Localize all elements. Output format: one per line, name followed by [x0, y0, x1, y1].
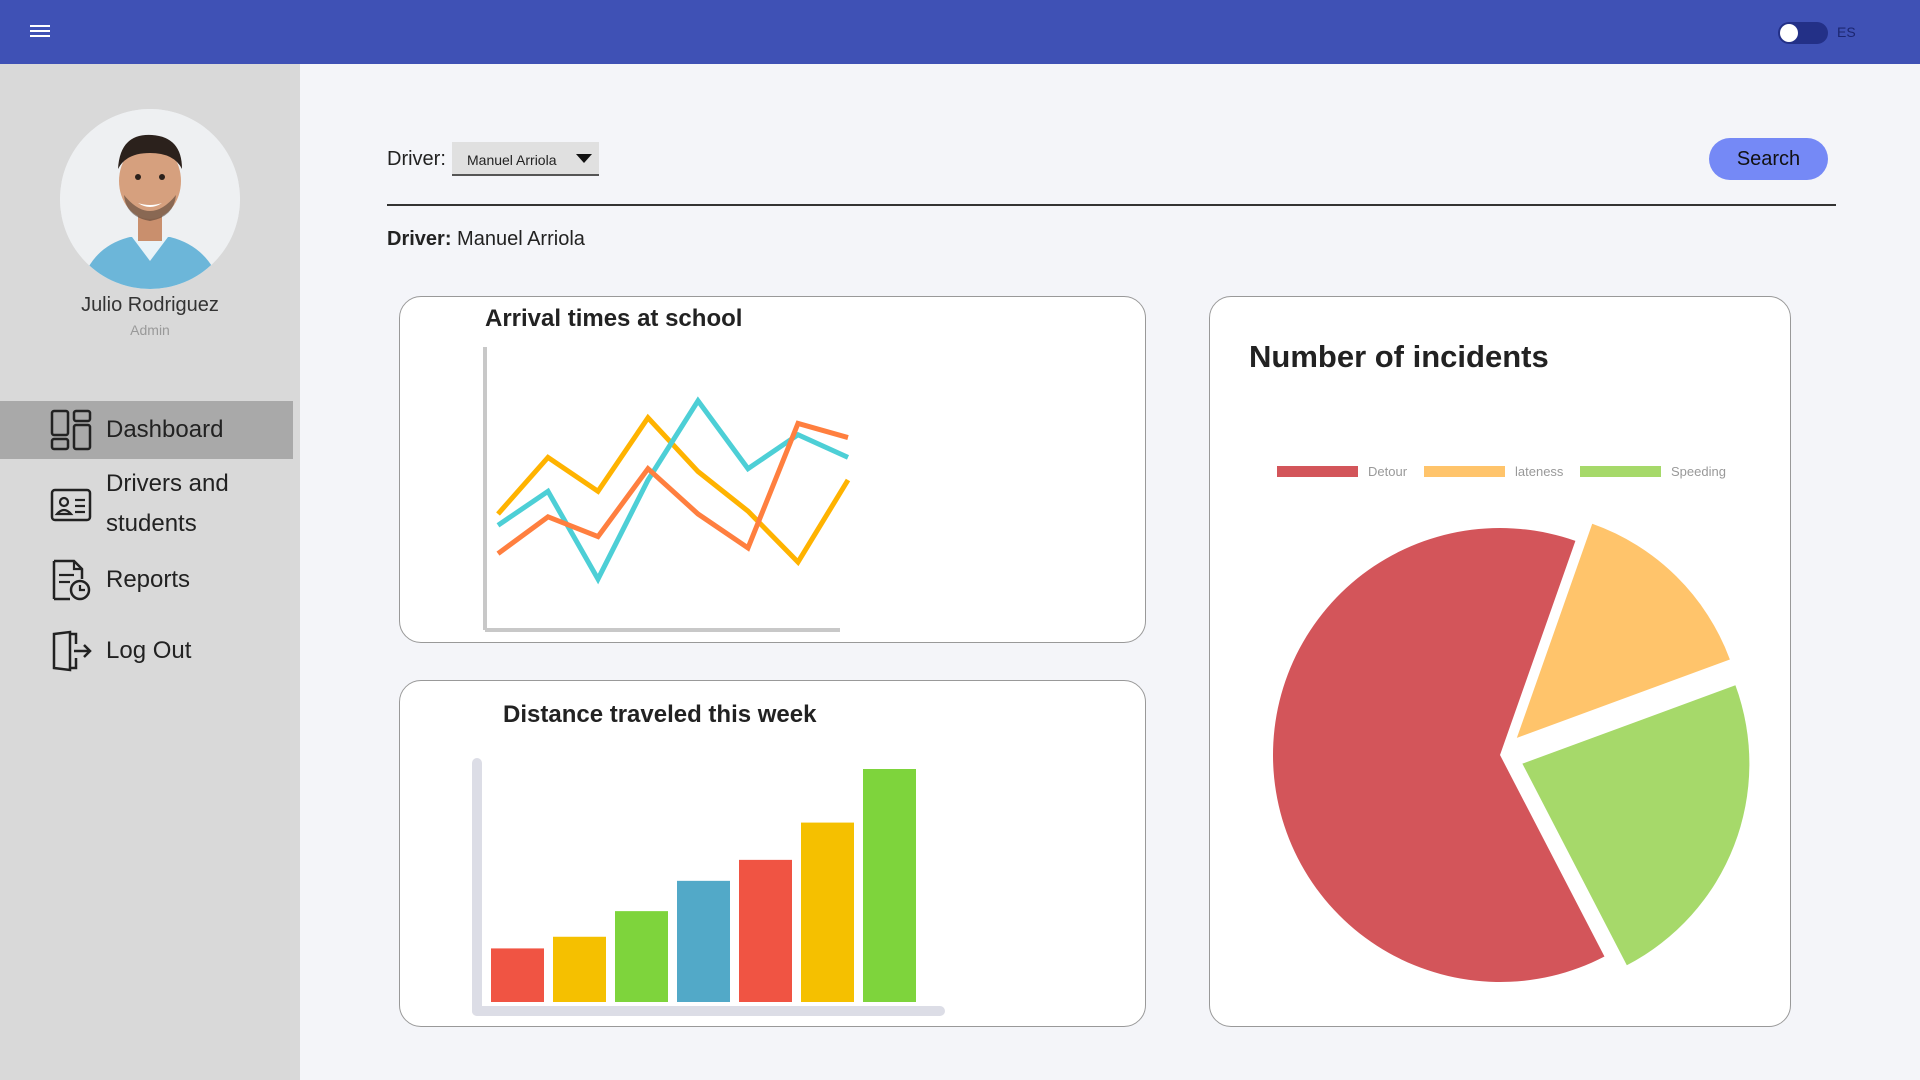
sidebar-item-dashboard[interactable]: Dashboard: [0, 401, 293, 459]
bar-6: [801, 822, 854, 1002]
chevron-down-icon: [576, 154, 592, 163]
toggle-knob: [1780, 24, 1798, 42]
language-label: ES: [1837, 24, 1856, 40]
bar-chart: [472, 758, 945, 1016]
search-button[interactable]: Search: [1709, 138, 1828, 180]
user-photo: [60, 109, 240, 289]
legend-swatch-lateness: [1424, 466, 1505, 477]
distance-card: Distance traveled this week: [399, 680, 1146, 1027]
selected-driver-info: Driver: Manuel Arriola: [387, 228, 585, 251]
language-toggle[interactable]: [1778, 22, 1828, 44]
legend-label-detour: Detour: [1368, 464, 1408, 479]
logout-icon: [52, 630, 92, 672]
sidebar-item-drivers-and-students[interactable]: Drivers and students: [0, 462, 293, 546]
sidebar-item-label: Drivers and students: [106, 470, 229, 537]
legend-swatch-speeding: [1580, 466, 1661, 477]
driver-select-value: Manuel Arriola: [467, 152, 557, 168]
legend-label-lateness: lateness: [1515, 464, 1564, 479]
legend-swatch-detour: [1277, 466, 1358, 477]
report-icon: [52, 559, 91, 601]
user-role: Admin: [130, 322, 170, 338]
sidebar-item-label: Dashboard: [106, 416, 224, 443]
bar-7: [863, 769, 916, 1002]
sidebar-item-reports[interactable]: Reports: [0, 552, 293, 608]
legend-label-speeding: Speeding: [1671, 464, 1726, 479]
bar-3: [615, 911, 668, 1002]
driver-filter-label: Driver:: [387, 148, 446, 170]
bar-5: [739, 859, 792, 1002]
incidents-card: Number of incidents Detour lateness Speedi…: [1209, 296, 1791, 1027]
selected-driver-label: Driver:: [387, 228, 452, 250]
sidebar-item-log-out[interactable]: Log Out: [0, 623, 293, 679]
sidebar-item-label: Log Out: [106, 637, 192, 664]
bar-4: [677, 880, 730, 1002]
avatar: [60, 109, 240, 289]
menu-icon[interactable]: [28, 22, 52, 42]
arrival-times-card: Arrival times at school: [399, 296, 1146, 643]
pie-chart: Detour lateness Speeding: [1273, 464, 1750, 982]
top-app-bar: ES: [0, 0, 1920, 64]
user-name: Julio Rodriguez: [81, 294, 219, 316]
bar-1: [491, 948, 544, 1002]
sidebar: Julio Rodriguez Admin Dashboard Drivers …: [0, 64, 300, 1080]
main-content: Driver: Manuel Arriola Search Driver: Ma…: [300, 64, 1920, 1080]
driver-select[interactable]: Manuel Arriola: [452, 142, 599, 176]
id-card-icon: [50, 488, 92, 522]
selected-driver-name: Manuel Arriola: [457, 228, 585, 250]
dashboard-icon: [50, 409, 92, 451]
line-chart: [483, 347, 851, 632]
bar-2: [553, 936, 606, 1002]
sidebar-item-label: Reports: [106, 566, 191, 593]
divider: [387, 204, 1836, 206]
